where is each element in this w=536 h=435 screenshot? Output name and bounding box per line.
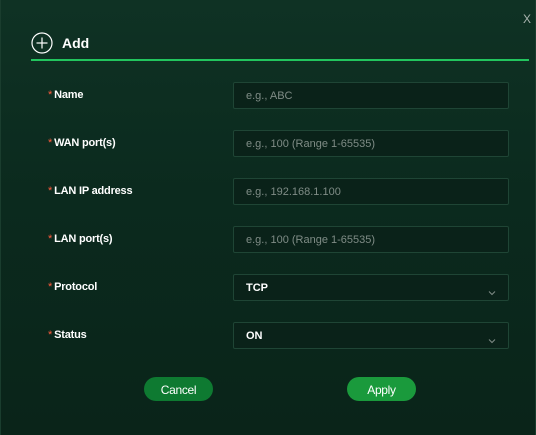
lan-ports-label: * LAN port(s) bbox=[48, 233, 113, 245]
status-label: * Status bbox=[48, 329, 87, 341]
plus-circle-icon bbox=[31, 32, 53, 54]
wan-ports-row: * WAN port(s) bbox=[1, 130, 536, 157]
close-icon[interactable]: X bbox=[523, 12, 531, 26]
required-mark: * bbox=[48, 185, 53, 197]
required-mark: * bbox=[48, 89, 53, 101]
wan-ports-input[interactable] bbox=[233, 130, 509, 157]
lan-ports-row: * LAN port(s) bbox=[1, 226, 536, 253]
chevron-down-icon bbox=[488, 332, 496, 343]
name-row: * Name bbox=[1, 82, 536, 109]
status-row: * Status ON bbox=[1, 322, 536, 349]
name-input[interactable] bbox=[233, 82, 509, 109]
dialog-title: Add bbox=[62, 35, 90, 51]
lan-ports-input[interactable] bbox=[233, 226, 509, 253]
required-mark: * bbox=[48, 281, 53, 293]
status-value: ON bbox=[246, 329, 263, 342]
dialog-header: Add bbox=[31, 30, 89, 56]
lan-ip-label: * LAN IP address bbox=[48, 185, 133, 197]
lan-ip-row: * LAN IP address bbox=[1, 178, 536, 205]
name-label: * Name bbox=[48, 89, 84, 101]
protocol-label: * Protocol bbox=[48, 281, 98, 293]
required-mark: * bbox=[48, 233, 53, 245]
header-divider bbox=[31, 59, 529, 61]
protocol-row: * Protocol TCP bbox=[1, 274, 536, 301]
required-mark: * bbox=[48, 137, 53, 149]
protocol-value: TCP bbox=[246, 281, 268, 294]
apply-button[interactable]: Apply bbox=[347, 377, 416, 401]
add-dialog: X Add *Name *WAN port(s) *LAN IP address… bbox=[0, 0, 536, 435]
chevron-down-icon bbox=[488, 284, 496, 295]
cancel-button[interactable]: Cancel bbox=[144, 377, 213, 401]
status-select[interactable]: ON bbox=[233, 322, 509, 349]
protocol-select[interactable]: TCP bbox=[233, 274, 509, 301]
lan-ip-input[interactable] bbox=[233, 178, 509, 205]
wan-ports-label: * WAN port(s) bbox=[48, 137, 116, 149]
required-mark: * bbox=[48, 329, 53, 341]
